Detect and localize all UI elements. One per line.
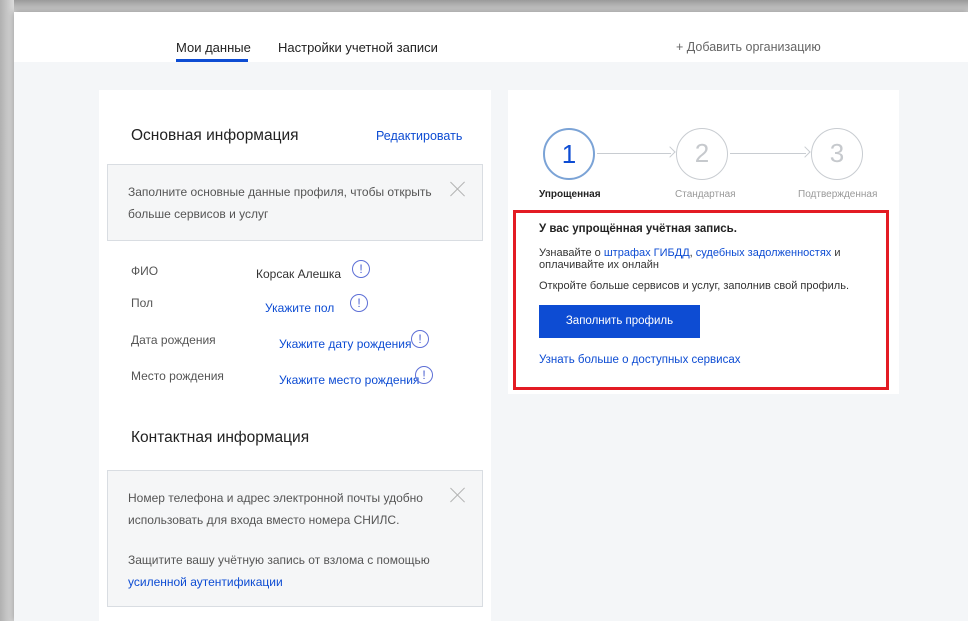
content-area: Основная информация Редактировать Заполн… — [14, 62, 968, 621]
warning-icon[interactable]: ! — [411, 330, 429, 348]
profile-card: Основная информация Редактировать Заполн… — [99, 90, 491, 621]
tab-account-settings[interactable]: Настройки учетной записи — [278, 40, 438, 55]
contact-info-title: Контактная информация — [131, 429, 310, 446]
field-label-gender: Пол — [131, 296, 154, 310]
contact-info-notice: Номер телефона и адрес электронной почты… — [107, 470, 483, 607]
field-value-fio: Корсак Алешка — [256, 267, 342, 281]
edit-link[interactable]: Редактировать — [376, 129, 462, 143]
step-2-circle: 2 — [676, 128, 728, 180]
step-3-label: Подтвержденная — [798, 189, 878, 200]
info-text-sep: , — [689, 247, 693, 259]
step-arrow — [730, 153, 806, 154]
account-info-title: У вас упрощённая учётная запись. — [539, 223, 737, 235]
account-level-card: 1 2 3 Упрощенная Стандартная Подтвержден… — [508, 90, 899, 394]
basic-info-notice-text: Заполните основные данные профиля, чтобы… — [128, 185, 432, 221]
field-link-gender[interactable]: Укажите пол — [265, 301, 334, 315]
field-link-birthdate[interactable]: Укажите дату рождения — [279, 337, 412, 351]
step-3-circle: 3 — [811, 128, 863, 180]
app-window: Мои данные Настройки учетной записи + До… — [14, 12, 968, 621]
step-1-circle: 1 — [543, 128, 595, 180]
contact-info-security-text: Защитите вашу учётную запись от взлома с… — [128, 549, 438, 593]
basic-info-title: Основная информация — [131, 127, 299, 144]
step-arrow — [597, 153, 671, 154]
fill-profile-button[interactable]: Заполнить профиль — [539, 305, 700, 338]
arrow-right-icon — [799, 146, 811, 158]
warning-icon[interactable]: ! — [350, 294, 368, 312]
warning-icon[interactable]: ! — [415, 366, 433, 384]
learn-more-link[interactable]: Узнать больше о доступных сервисах — [539, 354, 740, 366]
screenshot-frame-top — [0, 0, 968, 12]
arrow-right-icon — [664, 146, 676, 158]
debts-link[interactable]: судебных задолженностях — [696, 247, 832, 259]
field-label-fio: ФИО — [131, 264, 159, 278]
tab-my-data[interactable]: Мои данные — [176, 40, 251, 55]
screenshot-frame-left — [0, 0, 14, 621]
field-link-birthplace[interactable]: Укажите место рождения — [279, 373, 419, 387]
close-icon[interactable] — [450, 181, 466, 197]
strong-auth-link[interactable]: усиленной аутентификации — [128, 575, 283, 589]
security-text-prefix: Защитите вашу учётную запись от взлома с… — [128, 553, 430, 567]
top-nav: Мои данные Настройки учетной записи + До… — [14, 12, 968, 62]
account-info-text-2: Откройте больше сервисов и услуг, заполн… — [539, 280, 850, 292]
warning-icon[interactable]: ! — [352, 260, 370, 278]
field-label-birthdate: Дата рождения — [131, 333, 216, 347]
close-icon[interactable] — [450, 487, 466, 503]
step-1-label: Упрощенная — [539, 189, 601, 200]
field-label-birthplace: Место рождения — [131, 369, 224, 383]
info-text-prefix: Узнавайте о — [539, 247, 601, 259]
contact-info-notice-text: Номер телефона и адрес электронной почты… — [128, 491, 423, 527]
add-organization-link[interactable]: + Добавить организацию — [676, 40, 821, 54]
fines-link[interactable]: штрафах ГИБДД — [604, 247, 690, 259]
step-2-label: Стандартная — [675, 189, 736, 200]
account-info-text: Узнавайте о штрафах ГИБДД, судебных задо… — [539, 247, 869, 271]
basic-info-notice: Заполните основные данные профиля, чтобы… — [107, 164, 483, 241]
